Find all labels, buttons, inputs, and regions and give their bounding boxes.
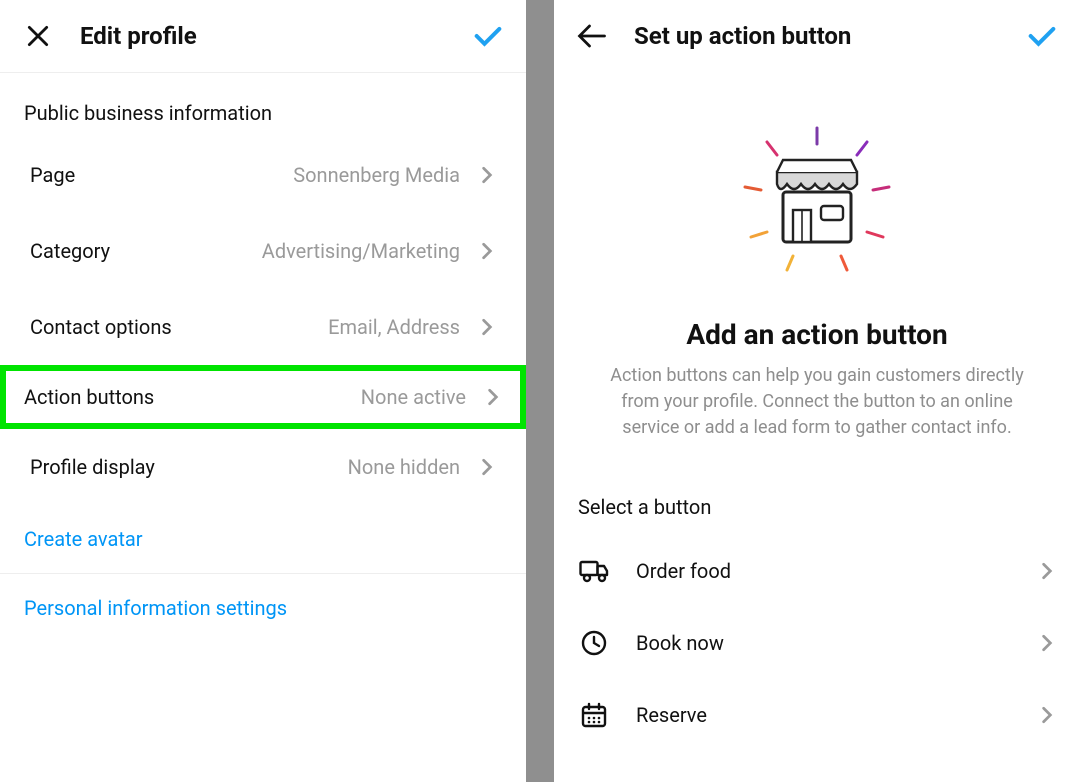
hero-description: Action buttons can help you gain custome… [554, 363, 1080, 471]
option-book-now[interactable]: Book now [554, 607, 1080, 679]
link-create-avatar[interactable]: Create avatar [0, 505, 526, 573]
row-label: Profile display [30, 455, 348, 479]
link-personal-info-settings[interactable]: Personal information settings [0, 574, 526, 642]
row-label: Contact options [30, 315, 328, 339]
close-icon[interactable] [20, 18, 56, 54]
option-label: Book now [636, 631, 1038, 655]
option-order-food[interactable]: Order food [554, 535, 1080, 607]
row-value: None hidden [348, 455, 460, 479]
row-label: Category [30, 239, 262, 263]
edit-profile-screen: Edit profile Public business information… [0, 0, 526, 782]
page-title: Set up action button [634, 22, 1024, 50]
confirm-icon[interactable] [470, 18, 506, 54]
back-icon[interactable] [574, 18, 610, 54]
action-button-setup-screen: Set up action button [554, 0, 1080, 782]
chevron-right-icon [1038, 562, 1056, 580]
row-label: Page [30, 163, 293, 187]
row-label: Action buttons [24, 385, 361, 409]
row-value: None active [361, 385, 466, 409]
row-category[interactable]: Category Advertising/Marketing [0, 213, 526, 289]
chevron-right-icon [1038, 634, 1056, 652]
option-label: Reserve [636, 703, 1038, 727]
calendar-icon [578, 699, 610, 731]
chevron-right-icon [1038, 706, 1056, 724]
screen-gap [526, 0, 554, 782]
page-title: Edit profile [80, 22, 470, 50]
row-value: Advertising/Marketing [262, 239, 460, 263]
row-profile-display[interactable]: Profile display None hidden [0, 429, 526, 505]
select-button-label: Select a button [554, 471, 1080, 535]
hero-title: Add an action button [554, 312, 1080, 363]
chevron-right-icon [478, 458, 496, 476]
chevron-right-icon [478, 318, 496, 336]
chevron-right-icon [484, 388, 502, 406]
row-page[interactable]: Page Sonnenberg Media [0, 137, 526, 213]
chevron-right-icon [478, 166, 496, 184]
section-public-business-info: Public business information [0, 73, 526, 137]
option-reserve[interactable]: Reserve [554, 679, 1080, 751]
truck-icon [578, 555, 610, 587]
row-action-buttons[interactable]: Action buttons None active [0, 365, 526, 429]
action-button-header: Set up action button [554, 0, 1080, 72]
storefront-illustration [554, 72, 1080, 312]
row-value: Email, Address [328, 315, 460, 339]
row-contact-options[interactable]: Contact options Email, Address [0, 289, 526, 365]
option-label: Order food [636, 559, 1038, 583]
row-value: Sonnenberg Media [293, 163, 460, 187]
clock-icon [578, 627, 610, 659]
edit-profile-header: Edit profile [0, 0, 526, 73]
confirm-icon[interactable] [1024, 18, 1060, 54]
chevron-right-icon [478, 242, 496, 260]
